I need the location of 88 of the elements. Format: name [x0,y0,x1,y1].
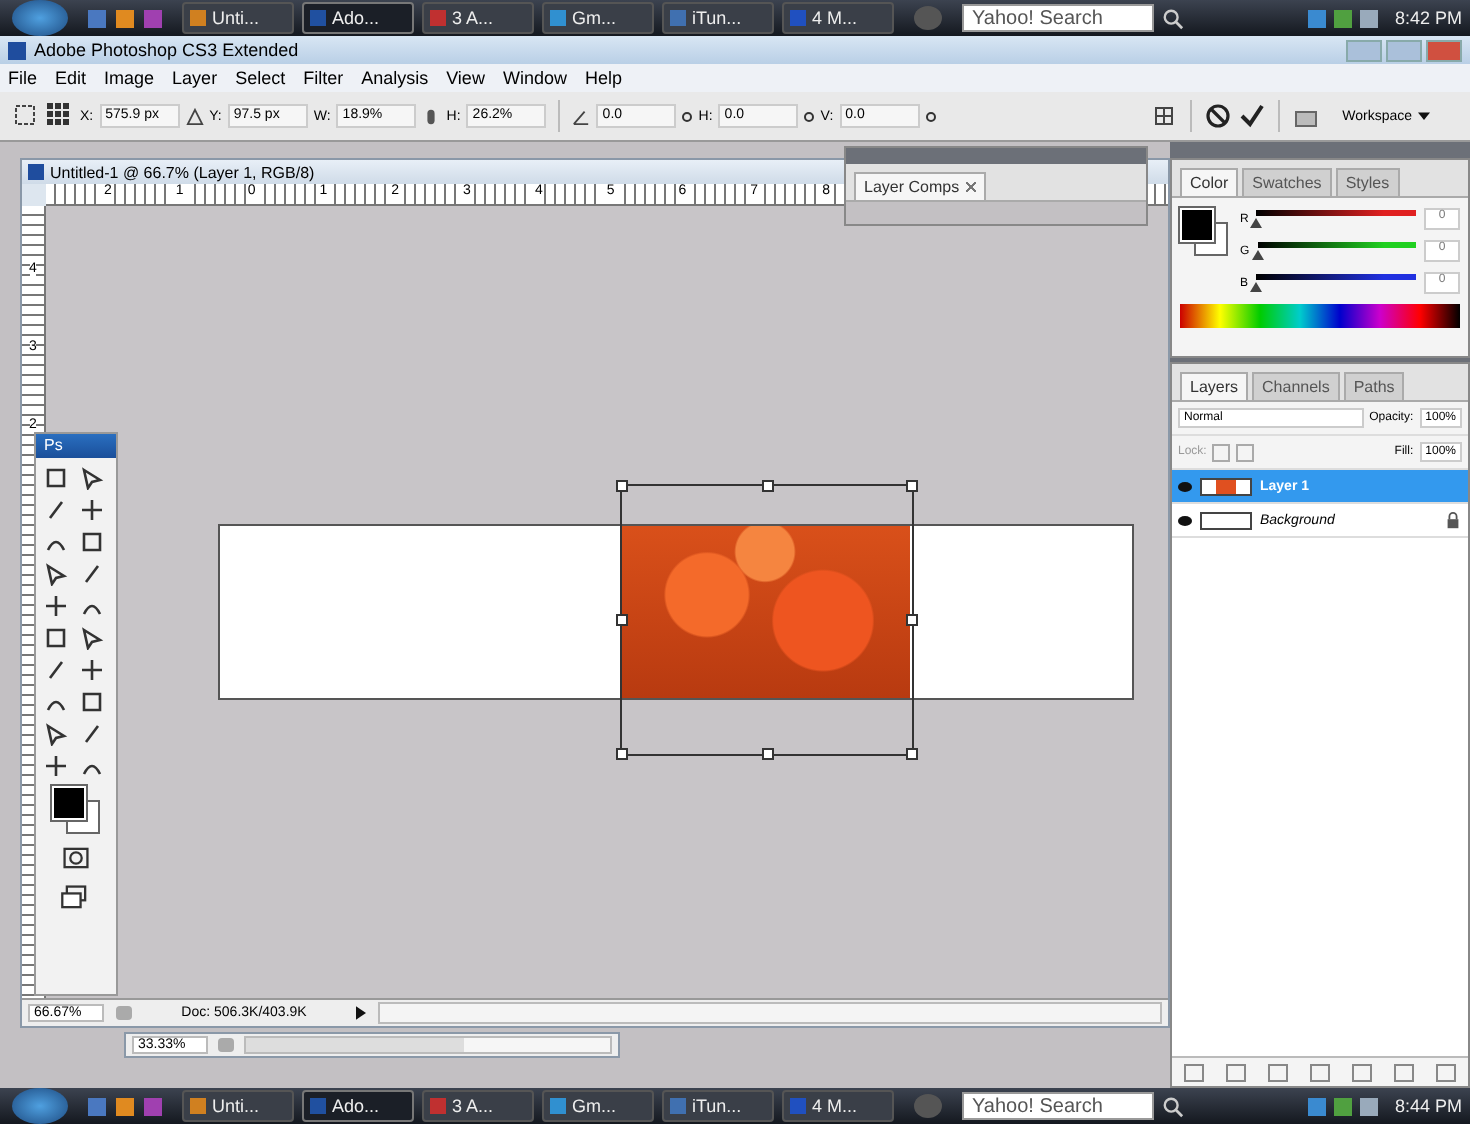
menu-item[interactable]: Window [502,68,567,88]
eye-icon[interactable] [1178,481,1192,491]
menu-item[interactable]: Image [104,68,155,88]
angle-icon [572,107,591,125]
tray-icon[interactable] [1334,9,1353,27]
color-spectrum[interactable] [1180,304,1460,328]
selection-tool-icon[interactable] [12,102,40,130]
search-field[interactable]: Yahoo! Search [962,4,1154,32]
taskbar-button[interactable]: Gm... [542,2,654,34]
menu-item[interactable]: Filter [303,68,344,88]
quick-mask-icon[interactable] [60,842,92,874]
screen-mode-icon[interactable] [60,882,92,914]
tool-icon[interactable] [44,658,68,682]
check-icon[interactable] [1238,102,1267,130]
scrollbar[interactable] [378,1002,1162,1024]
eye-icon[interactable] [1178,515,1192,525]
tool-icon[interactable] [80,466,104,490]
caret-icon [1418,111,1430,121]
menu-item[interactable]: File [8,68,38,88]
transform-box[interactable] [620,484,914,756]
degree-icon [804,111,815,121]
panel-tab[interactable]: Color [1180,168,1239,196]
taskbar-button[interactable]: 4 M... [782,2,894,34]
tool-icon[interactable] [44,466,68,490]
document-icon [28,164,44,180]
search-icon[interactable] [1162,7,1184,29]
tool-icon[interactable] [44,754,68,778]
tray-icon[interactable] [1334,1097,1353,1115]
taskbar-button[interactable]: iTun... [662,1090,774,1122]
taskbar-button[interactable]: 4 M... [782,1090,894,1122]
search-icon[interactable] [1162,1095,1184,1117]
tool-icon[interactable] [80,722,104,746]
start-button[interactable] [12,0,68,36]
taskbar-button[interactable]: Gm... [542,1090,654,1122]
menu-item[interactable]: View [446,68,485,88]
close-button[interactable] [1426,39,1462,61]
window-title: Adobe Photoshop CS3 Extended [34,40,299,60]
tool-icon[interactable] [44,626,68,650]
triangle-icon [185,107,204,125]
start-button[interactable] [12,1088,68,1124]
tool-icon[interactable] [80,498,104,522]
panel-tab[interactable]: Swatches [1242,168,1332,196]
menu-item[interactable]: Edit [55,68,87,88]
tools-header: Ps [36,434,116,458]
taskbar-button[interactable]: Unti... [182,1090,294,1122]
menu-item[interactable]: Layer [172,68,218,88]
panel-tab[interactable]: Styles [1335,168,1400,196]
cancel-icon[interactable] [1204,102,1233,130]
tool-icon[interactable] [44,498,68,522]
slider-thumb[interactable] [1250,282,1263,292]
degree-icon [925,111,936,121]
tool-icon[interactable] [80,562,104,586]
tool-icon[interactable] [80,658,104,682]
degree-icon [682,111,693,121]
tool-icon[interactable] [44,722,68,746]
menu-item[interactable]: Help [584,68,622,88]
scrollbar[interactable] [244,1036,612,1054]
tool-icon[interactable] [44,562,68,586]
panel-tab[interactable]: Paths [1343,372,1405,400]
color-swatches-icon[interactable] [52,786,100,834]
taskbar-button[interactable]: 3 A... [422,2,534,34]
color-swatches-icon[interactable] [1180,208,1228,256]
panel-tab[interactable]: Layers [1180,372,1249,400]
app-icon [8,41,26,59]
menu-item[interactable]: Analysis [361,68,429,88]
menu-item[interactable]: Select [235,68,286,88]
slider-thumb[interactable] [1251,250,1264,260]
panel-tab[interactable]: Channels [1252,372,1340,400]
clock: 8:42 PM [1394,8,1462,28]
taskbar-button[interactable]: Ado... [302,2,414,34]
slider-thumb[interactable] [1250,218,1263,228]
taskbar-button[interactable]: iTun... [662,2,774,34]
close-icon[interactable] [965,182,976,192]
play-icon[interactable] [356,1006,366,1020]
taskbar-button[interactable]: Ado... [302,1090,414,1122]
reference-point-icon[interactable] [46,102,74,130]
tool-icon[interactable] [80,626,104,650]
document-title: Untitled-1 @ 66.7% (Layer 1, RGB/8) [50,163,315,181]
tool-icon[interactable] [80,530,104,554]
layer-thumbnail [1200,477,1252,495]
taskbar-button[interactable]: 3 A... [422,1090,534,1122]
taskbar-button[interactable]: Unti... [182,2,294,34]
tool-icon[interactable] [44,594,68,618]
clock: 8:44 PM [1394,1096,1462,1116]
search-field[interactable]: Yahoo! Search [962,1092,1154,1120]
panel-tab[interactable]: Layer Comps [854,172,986,200]
layer-thumbnail [1200,511,1252,529]
tool-icon[interactable] [80,690,104,714]
